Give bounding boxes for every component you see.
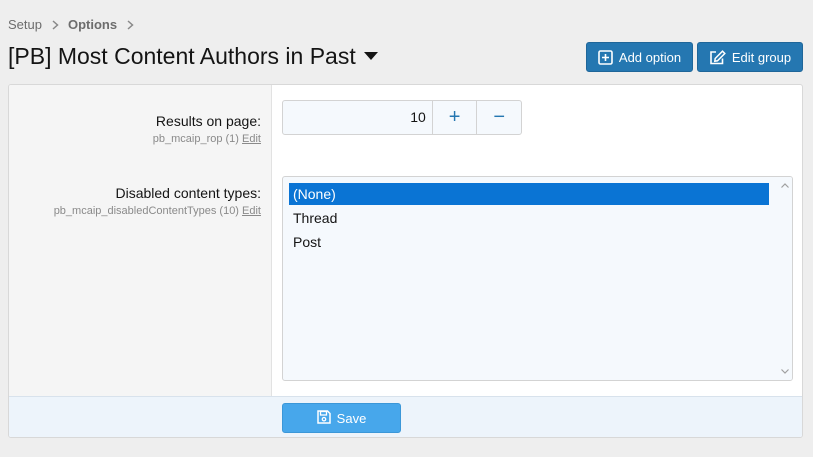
disabled-key: pb_mcaip_disabledContentTypes (10) Edit bbox=[21, 205, 261, 217]
save-label: Save bbox=[336, 410, 367, 426]
breadcrumb: Setup Options bbox=[8, 17, 143, 32]
labels-column: Results on page: pb_mcaip_rop (1) Edit D… bbox=[9, 85, 272, 396]
caret-down-icon[interactable] bbox=[363, 52, 378, 61]
disabled-key-text: pb_mcaip_disabledContentTypes (10) bbox=[53, 205, 239, 217]
breadcrumb-setup[interactable]: Setup bbox=[8, 17, 42, 32]
disabled-edit-link[interactable]: Edit bbox=[242, 205, 261, 217]
list-item[interactable]: Thread bbox=[289, 207, 769, 229]
add-option-button[interactable]: Add option bbox=[586, 42, 693, 72]
plus-square-icon bbox=[598, 49, 613, 65]
results-edit-link[interactable]: Edit bbox=[242, 133, 261, 145]
decrement-button[interactable]: − bbox=[476, 101, 521, 134]
results-key-text: pb_mcaip_rop (1) bbox=[152, 133, 239, 145]
edit-group-label: Edit group bbox=[731, 49, 792, 65]
edit-icon bbox=[709, 49, 726, 65]
form-footer: Save bbox=[9, 396, 802, 437]
results-input[interactable]: 10 bbox=[283, 101, 432, 134]
disabled-option-label: Disabled content types: pb_mcaip_disable… bbox=[21, 185, 271, 217]
list-item[interactable]: Post bbox=[289, 231, 769, 253]
results-key: pb_mcaip_rop (1) Edit bbox=[21, 133, 261, 145]
add-option-label: Add option bbox=[618, 49, 682, 65]
scroll-down-icon[interactable] bbox=[781, 367, 789, 375]
listbox-scrollbar[interactable] bbox=[778, 177, 792, 380]
page-title[interactable]: [PB] Most Content Authors in Past bbox=[8, 43, 378, 70]
list-item[interactable]: (None) bbox=[289, 183, 769, 205]
results-option-label: Results on page: pb_mcaip_rop (1) Edit bbox=[21, 113, 271, 145]
edit-group-button[interactable]: Edit group bbox=[697, 42, 803, 72]
save-icon bbox=[316, 409, 331, 427]
page-title-text: [PB] Most Content Authors in Past bbox=[8, 43, 356, 69]
disabled-label: Disabled content types: bbox=[115, 185, 261, 201]
results-label: Results on page: bbox=[155, 113, 261, 129]
increment-button[interactable]: + bbox=[431, 101, 477, 134]
scroll-up-icon[interactable] bbox=[781, 181, 789, 189]
content-types-listbox[interactable]: (None) Thread Post bbox=[282, 176, 793, 381]
chevron-right-icon bbox=[127, 19, 134, 30]
chevron-right-icon bbox=[52, 19, 59, 30]
save-button[interactable]: Save bbox=[282, 403, 401, 433]
breadcrumb-options[interactable]: Options bbox=[68, 17, 117, 32]
results-stepper: 10 + − bbox=[282, 100, 522, 135]
options-panel: Results on page: pb_mcaip_rop (1) Edit D… bbox=[8, 84, 803, 438]
